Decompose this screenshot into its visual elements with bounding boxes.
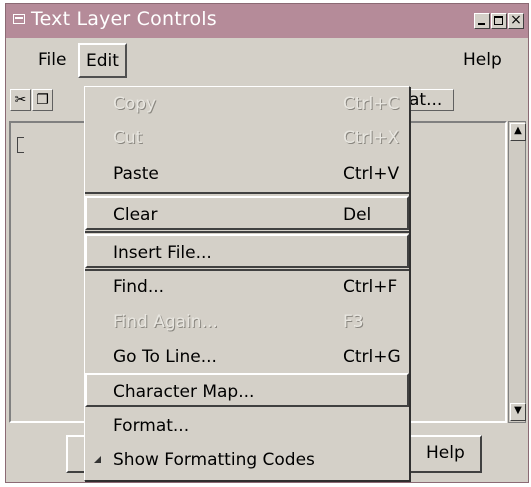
- menu-item-paste[interactable]: Paste Ctrl+V: [85, 157, 409, 191]
- edit-menu-dropdown: Copy Ctrl+C Cut Ctrl+X Paste Ctrl+V Clea…: [84, 86, 410, 481]
- format-button[interactable]: at...: [406, 89, 454, 111]
- menu-separator: [85, 231, 409, 233]
- title-bar[interactable]: Text Layer Controls ×: [6, 4, 528, 38]
- menu-help[interactable]: Help: [463, 50, 502, 70]
- vertical-scrollbar[interactable]: ▲ ▼: [508, 121, 526, 423]
- menu-item-show-formatting-codes[interactable]: Show Formatting Codes: [85, 443, 409, 477]
- menu-item-find-again[interactable]: Find Again... F3: [85, 305, 409, 339]
- copy-icon[interactable]: ❐: [32, 89, 53, 111]
- maximize-icon[interactable]: [491, 13, 507, 29]
- help-button[interactable]: Help: [406, 435, 482, 473]
- menu-item-copy[interactable]: Copy Ctrl+C: [85, 87, 409, 121]
- menu-item-cut[interactable]: Cut Ctrl+X: [85, 121, 409, 155]
- close-icon[interactable]: ×: [508, 13, 524, 29]
- menu-item-format[interactable]: Format...: [85, 409, 409, 443]
- cut-icon[interactable]: ✂: [10, 89, 31, 111]
- menu-item-find[interactable]: Find... Ctrl+F: [85, 270, 409, 304]
- checkmark-icon: [94, 456, 101, 463]
- menu-file[interactable]: File: [38, 50, 66, 70]
- menu-item-character-map[interactable]: Character Map...: [85, 373, 409, 407]
- window-menu-icon[interactable]: [13, 14, 25, 24]
- scroll-down-icon[interactable]: ▼: [510, 403, 526, 421]
- menu-edit[interactable]: Edit: [78, 43, 127, 78]
- menu-item-insert-file[interactable]: Insert File...: [85, 234, 409, 268]
- menu-item-go-to-line[interactable]: Go To Line... Ctrl+G: [85, 340, 409, 374]
- scroll-up-icon[interactable]: ▲: [510, 123, 526, 141]
- text-cursor: [17, 137, 24, 153]
- window-title: Text Layer Controls: [31, 8, 217, 30]
- menu-separator: [85, 192, 409, 194]
- menu-bar: File Edit Help: [6, 42, 528, 82]
- minimize-icon[interactable]: [474, 13, 490, 29]
- menu-item-clear[interactable]: Clear Del: [85, 196, 409, 230]
